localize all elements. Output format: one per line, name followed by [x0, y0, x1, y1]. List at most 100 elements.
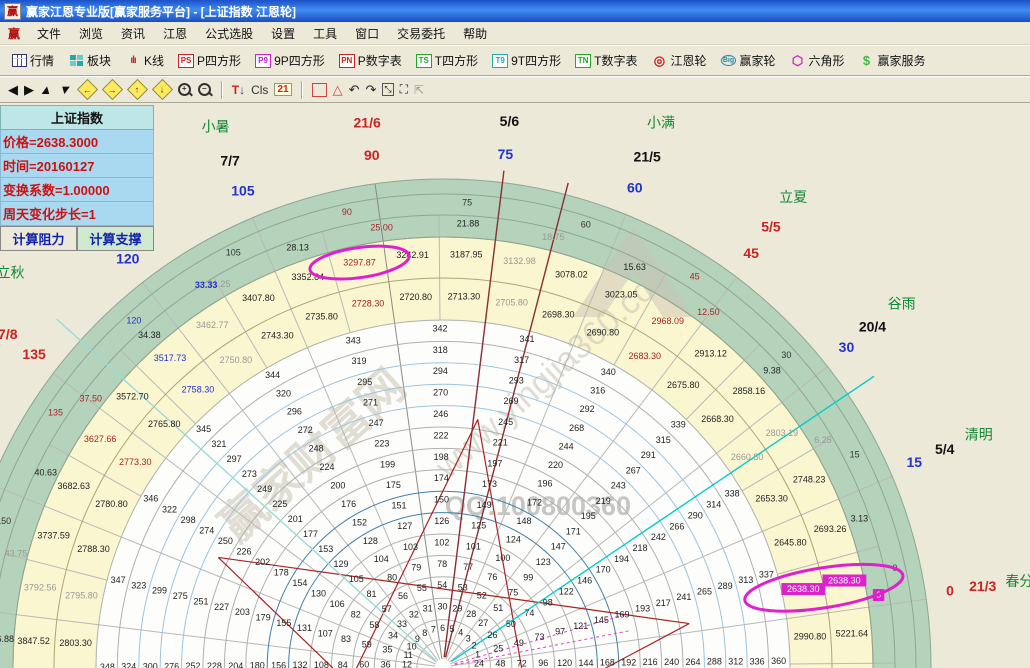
wheel-label: 3737.59: [37, 531, 70, 541]
calendar-button[interactable]: 21: [274, 83, 291, 96]
menu-item-5[interactable]: 设置: [262, 23, 304, 44]
zoom-out-button[interactable]: −: [198, 83, 212, 97]
wheel-label: 178: [274, 568, 289, 578]
wheel-label: 2773.30: [119, 457, 152, 467]
wheel-label: 121: [573, 621, 588, 631]
wheel-label: 295: [357, 377, 372, 387]
p-table-label: P数字表: [358, 52, 402, 69]
wheel-label: 26: [487, 630, 497, 640]
t9-box-icon: T9: [492, 53, 508, 68]
wheel-label: 150: [0, 516, 11, 526]
wheel-label: 337: [759, 569, 774, 579]
wheel-label: 2968.09: [652, 316, 685, 326]
wheel-label: 35: [382, 645, 392, 655]
wheel-label: 6.25: [814, 435, 832, 445]
wheel-label: 100: [495, 553, 510, 563]
service-label: 赢家服务: [878, 52, 926, 69]
wheel-label: 102: [434, 537, 449, 547]
menu-item-8[interactable]: 交易委托: [388, 23, 454, 44]
pan-down-button[interactable]: ↓: [152, 79, 173, 100]
page-down-button[interactable]: ▼: [57, 82, 73, 97]
rotate-cw-button[interactable]: ↷: [365, 82, 376, 98]
menu-item-9[interactable]: 帮助: [454, 23, 496, 44]
t-table-button[interactable]: TNT数字表: [570, 49, 644, 72]
wheel-label: 169: [615, 609, 630, 619]
wheel-label: 151: [392, 501, 407, 511]
p-table-button[interactable]: PNP数字表: [334, 49, 409, 72]
wheel-label: 12.50: [697, 307, 720, 317]
wheel-label: 146: [577, 576, 592, 586]
outer-date-label: 5/6: [500, 113, 520, 129]
p-square-button[interactable]: PSP四方形: [173, 49, 248, 72]
wheel-label: 60: [359, 660, 369, 668]
winner-wheel-button[interactable]: Big赢家轮: [715, 49, 782, 72]
menu-item-2[interactable]: 资讯: [112, 23, 154, 44]
pointer-tool-button[interactable]: ⇱: [414, 83, 424, 97]
outer-date-label: 21/6: [354, 114, 381, 130]
wheel-label: 99: [523, 572, 533, 582]
wheel-label: 299: [152, 586, 167, 596]
outer-date-label: 7/7: [220, 152, 240, 168]
price-time-button[interactable]: T↓: [232, 83, 245, 97]
wheel-label: 56: [398, 591, 408, 601]
9t-square-button[interactable]: T99T四方形: [487, 49, 568, 72]
menu-item-3[interactable]: 江恩: [154, 23, 196, 44]
wheel-label: 30: [781, 350, 791, 360]
wheel-label: 243: [611, 481, 626, 491]
t-square-button[interactable]: TST四方形: [411, 49, 485, 72]
shrink-tool-button[interactable]: ⛶: [400, 82, 408, 97]
pan-up-button[interactable]: ↑: [127, 79, 148, 100]
expand-tool-button[interactable]: ⤡: [382, 83, 393, 96]
quotes-button[interactable]: 行情: [6, 49, 61, 72]
9p-square-button[interactable]: P99P四方形: [250, 49, 332, 72]
menu-item-0[interactable]: 文件: [28, 23, 70, 44]
calc-support-button[interactable]: 计算支撑: [77, 226, 154, 251]
wheel-label: 2728.30: [352, 299, 385, 309]
wheel-label: 149: [477, 500, 492, 510]
wheel-label: 28: [466, 609, 476, 619]
wheel-label: 101: [466, 541, 481, 551]
wheel-label: 77: [463, 562, 473, 572]
page-up-button[interactable]: ▲: [38, 82, 54, 97]
wheel-label: 297: [227, 454, 242, 464]
toolbar-separator: [301, 81, 303, 99]
wheel-label: 177: [303, 529, 318, 539]
next-button[interactable]: ▶: [24, 82, 34, 98]
rotate-ccw-button[interactable]: ↶: [349, 82, 360, 98]
wheel-label: 2698.30: [542, 310, 575, 320]
kline-button[interactable]: ıǀıK线: [120, 49, 171, 72]
wheel-label: 75: [508, 588, 518, 598]
wheel-label: 2748.23: [793, 474, 826, 484]
wheel-label: 108: [314, 660, 329, 668]
wheel-label: 223: [374, 439, 389, 449]
zoom-in-button[interactable]: +: [178, 83, 192, 97]
cls-button[interactable]: Cls: [251, 83, 268, 97]
wheel-label: 106: [330, 599, 345, 609]
pan-left-button[interactable]: ←: [77, 79, 98, 100]
wheel-label: 2683.30: [628, 351, 661, 361]
menu-item-7[interactable]: 窗口: [346, 23, 388, 44]
gann-wheel-chart-area[interactable]: 赢家财富网www.yingjia360.comQQ:10080036012345…: [0, 103, 1030, 668]
menu-item-4[interactable]: 公式选股: [196, 23, 262, 44]
prev-button[interactable]: ◀: [8, 82, 18, 98]
triangle-tool-button[interactable]: △: [333, 82, 343, 98]
wheel-label: 317: [514, 355, 529, 365]
outer-date-label: 5/5: [761, 219, 781, 235]
menu-item-6[interactable]: 工具: [304, 23, 346, 44]
wheel-label: 3407.80: [242, 293, 275, 303]
pan-right-button[interactable]: →: [102, 79, 123, 100]
square-tool-button[interactable]: [312, 83, 327, 97]
wheel-label: 226: [237, 546, 252, 556]
wheel-label: 43.75: [5, 549, 28, 559]
calc-resistance-button[interactable]: 计算阻力: [0, 226, 77, 251]
sectors-button[interactable]: 板块: [63, 49, 118, 72]
wheel-label: 74: [524, 608, 534, 618]
gann-wheel-button[interactable]: ◎江恩轮: [646, 49, 713, 72]
menu-item-1[interactable]: 浏览: [70, 23, 112, 44]
service-button[interactable]: $赢家服务: [854, 49, 933, 72]
wheel-label: 8: [422, 628, 427, 638]
nav-toolbar: ◀ ▶ ▲ ▼ ← → ↑ ↓ + − T↓ Cls 21 △ ↶ ↷ ⤡ ⛶ …: [0, 76, 1030, 103]
gann-wheel-canvas[interactable]: 赢家财富网www.yingjia360.comQQ:10080036012345…: [0, 103, 1030, 668]
hexagon-button[interactable]: ⬡六角形: [785, 49, 852, 72]
wheel-label: 242: [651, 532, 666, 542]
